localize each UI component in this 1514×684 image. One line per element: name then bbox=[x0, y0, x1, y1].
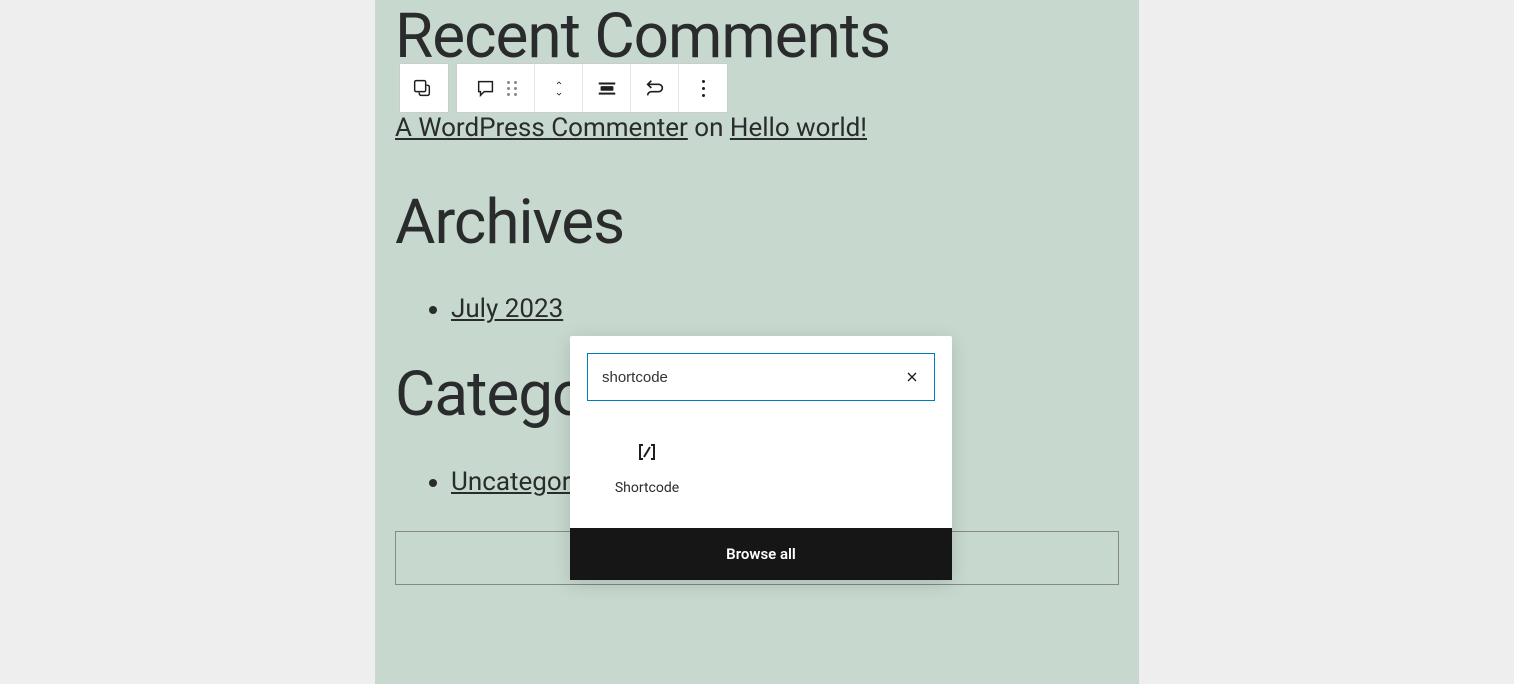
search-results: Shortcode bbox=[570, 418, 952, 528]
browse-all-button[interactable]: Browse all bbox=[570, 528, 952, 580]
toolbar-group-parent bbox=[399, 63, 449, 113]
block-option-label: Shortcode bbox=[615, 480, 679, 496]
archives-list: July 2023 bbox=[395, 294, 1119, 324]
group-icon bbox=[411, 77, 433, 99]
block-option-shortcode[interactable]: Shortcode bbox=[587, 430, 707, 506]
list-item: July 2023 bbox=[451, 294, 1119, 324]
comment-on-text: on bbox=[688, 113, 730, 143]
comment-post-link[interactable]: Hello world! bbox=[730, 113, 867, 143]
loop-arrow-icon bbox=[644, 77, 666, 99]
align-icon bbox=[596, 77, 618, 99]
chevron-up-icon bbox=[552, 79, 566, 87]
block-search-input[interactable] bbox=[602, 369, 894, 386]
kebab-icon bbox=[702, 80, 705, 97]
comment-author-link[interactable]: A WordPress Commenter bbox=[395, 113, 688, 143]
search-wrap bbox=[570, 336, 952, 418]
heading-archives[interactable]: Archives bbox=[395, 186, 1119, 260]
move-buttons[interactable] bbox=[535, 64, 583, 112]
more-options-button[interactable] bbox=[679, 64, 727, 112]
transform-button[interactable] bbox=[631, 64, 679, 112]
editor-canvas: Recent Comments A WordPress Commenter on… bbox=[375, 0, 1139, 684]
comments-icon bbox=[475, 77, 497, 99]
block-toolbar bbox=[399, 63, 728, 113]
shortcode-icon bbox=[635, 440, 659, 464]
select-parent-button[interactable] bbox=[400, 64, 444, 112]
latest-comment: A WordPress Commenter on Hello world! bbox=[395, 108, 1119, 150]
block-type-button[interactable] bbox=[457, 64, 535, 112]
search-field bbox=[587, 353, 935, 401]
clear-search-icon[interactable] bbox=[904, 369, 920, 385]
block-inserter-popover: Shortcode Browse all bbox=[570, 336, 952, 580]
archive-link[interactable]: July 2023 bbox=[451, 294, 563, 324]
align-button[interactable] bbox=[583, 64, 631, 112]
drag-handle-icon bbox=[507, 81, 517, 96]
chevron-down-icon bbox=[552, 90, 566, 98]
toolbar-group-main bbox=[456, 63, 728, 113]
